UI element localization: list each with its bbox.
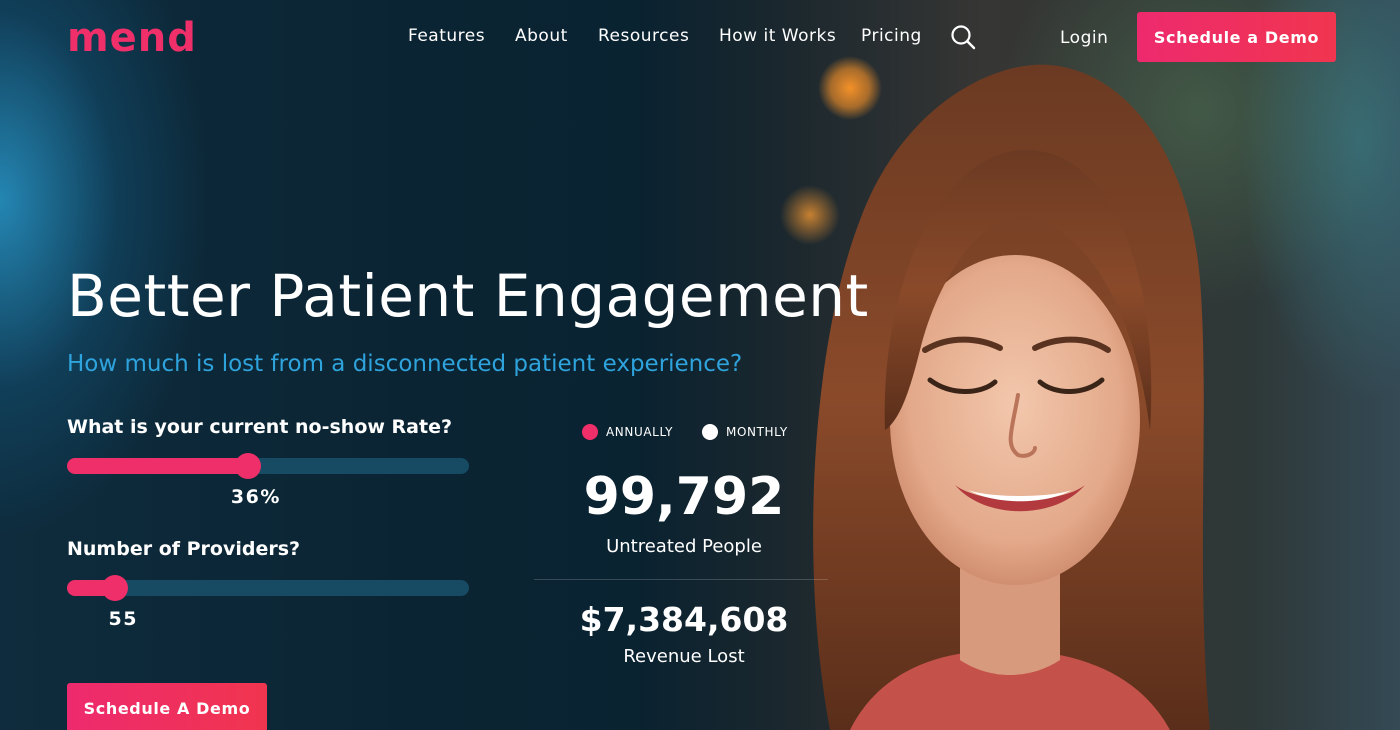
hero-title: Better Patient Engagement: [67, 262, 869, 330]
revenue-lost-value: $7,384,608: [579, 600, 789, 639]
radio-unselected-indicator: [702, 424, 718, 440]
results-divider: [534, 579, 828, 580]
radio-monthly[interactable]: MONTHLY: [702, 424, 788, 440]
nav-item-resources[interactable]: Resources: [598, 24, 689, 48]
radio-monthly-label: MONTHLY: [726, 425, 788, 439]
site-header: mend Features About Resources How it Wor…: [0, 0, 1400, 72]
untreated-people-value: 99,792: [583, 467, 785, 527]
slider-handle[interactable]: [234, 453, 261, 479]
nav-item-about[interactable]: About: [515, 24, 568, 48]
radio-selected-indicator: [582, 424, 598, 440]
radio-annually-label: ANNUALLY: [606, 425, 674, 439]
nav-item-how-it-works[interactable]: How it Works: [719, 24, 836, 48]
no-show-rate-label: What is your current no-show Rate?: [67, 416, 452, 438]
hero-subtitle: How much is lost from a disconnected pat…: [67, 351, 743, 377]
no-show-rate-value: 36%: [230, 486, 281, 508]
slider-fill: [67, 458, 248, 474]
schedule-a-demo-button[interactable]: Schedule A Demo: [67, 683, 267, 730]
schedule-demo-button[interactable]: Schedule a Demo: [1137, 12, 1336, 62]
hero-portrait-image: [790, 50, 1220, 730]
untreated-people-label: Untreated People: [606, 536, 762, 557]
providers-value: 55: [108, 608, 138, 630]
providers-slider[interactable]: [67, 575, 469, 601]
nav-item-pricing[interactable]: Pricing: [861, 24, 922, 48]
login-link[interactable]: Login: [1060, 26, 1108, 50]
nav-item-features[interactable]: Features: [408, 24, 485, 48]
search-icon[interactable]: [950, 24, 976, 50]
radio-annually[interactable]: ANNUALLY: [582, 424, 673, 440]
mend-logo[interactable]: mend: [67, 14, 197, 62]
providers-label: Number of Providers?: [67, 538, 301, 560]
no-show-rate-slider[interactable]: [67, 453, 469, 479]
revenue-lost-label: Revenue Lost: [623, 646, 745, 667]
